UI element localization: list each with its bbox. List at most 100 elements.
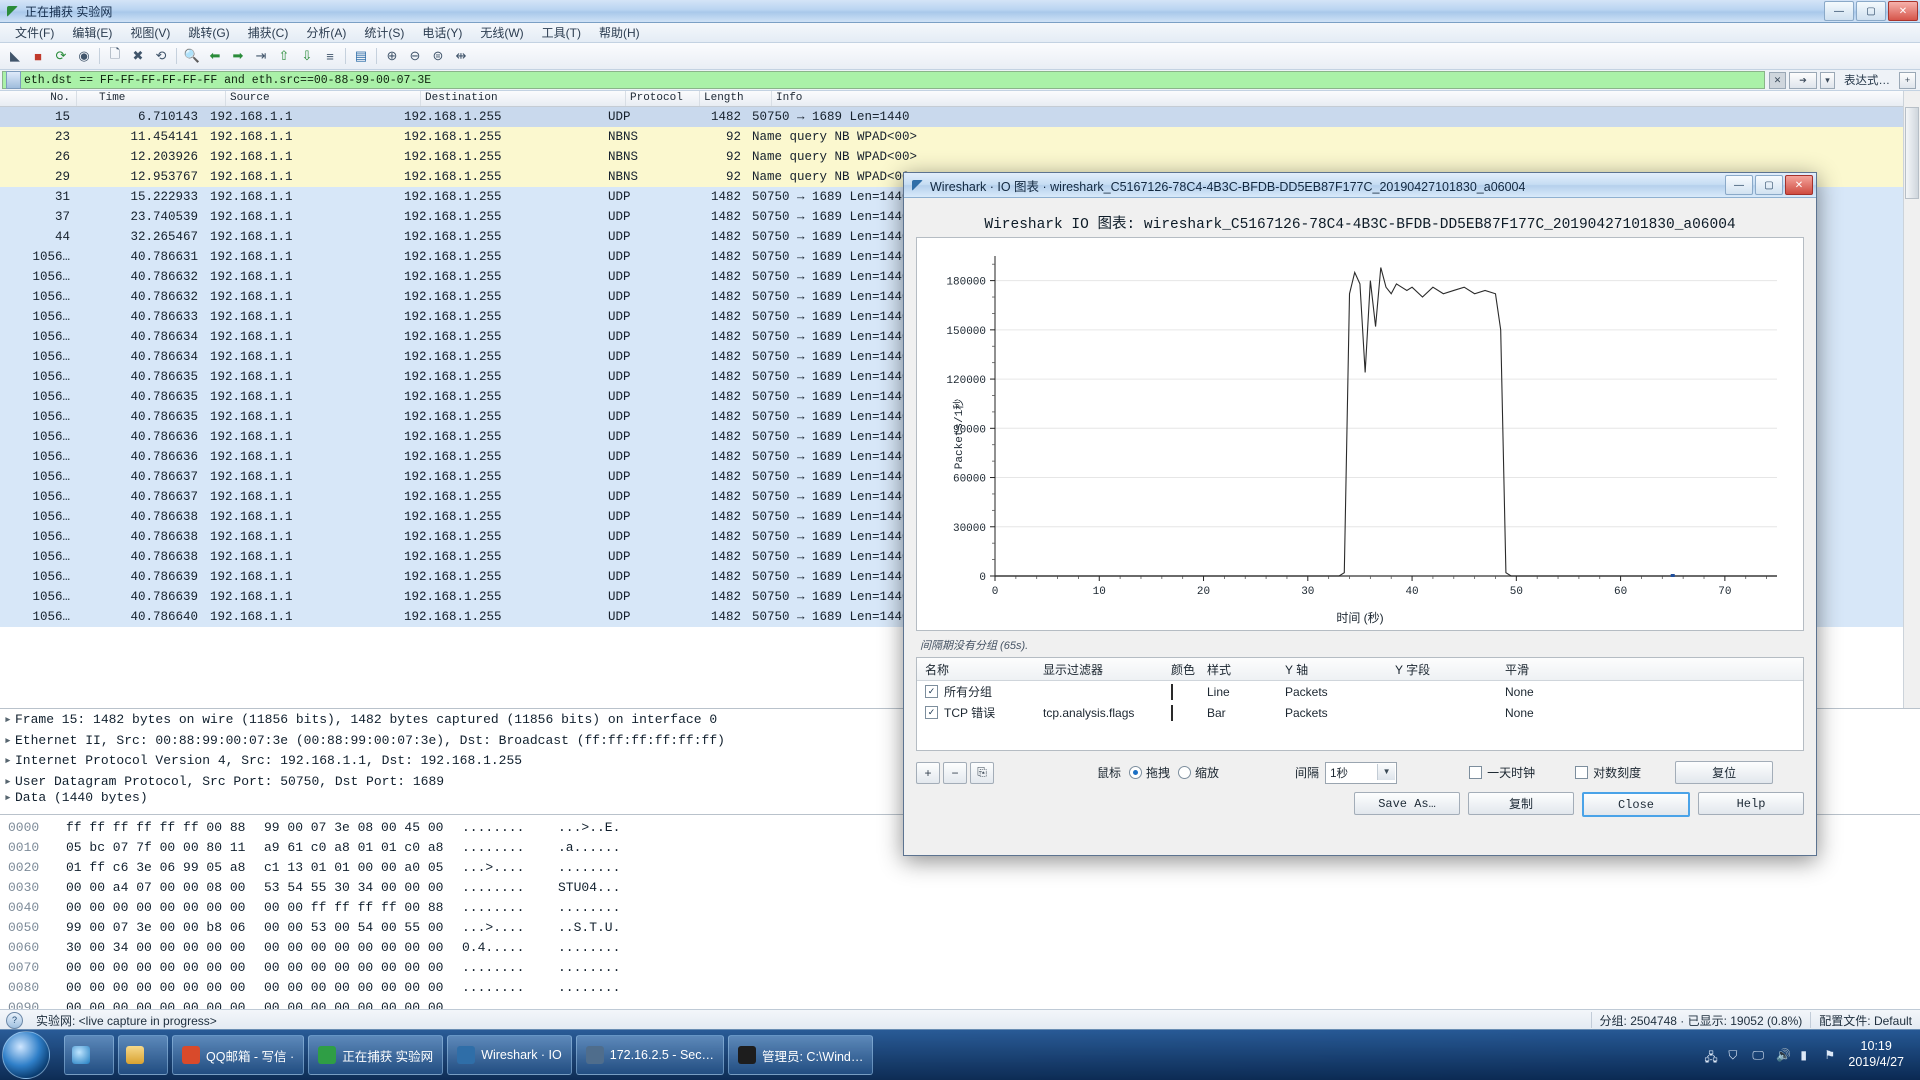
go-first-packet-icon[interactable]: ⇧ [273, 45, 295, 67]
menu-item-statistics[interactable]: 统计(S) [355, 22, 413, 43]
zoom-reset-icon[interactable]: ⊜ [427, 45, 449, 67]
column-header-destination[interactable]: Destination [421, 91, 626, 106]
column-header-length[interactable]: Length [700, 91, 772, 106]
column-header-time[interactable]: Time [77, 91, 226, 106]
menu-item-file[interactable]: 文件(F) [6, 22, 63, 43]
time-of-day-label[interactable]: 一天时钟 [1487, 764, 1535, 781]
colorize-icon[interactable]: ▤ [350, 45, 372, 67]
close-dialog-button[interactable]: Close [1582, 792, 1690, 817]
menu-item-view[interactable]: 视图(V) [121, 22, 179, 43]
go-forward-icon[interactable]: ➡ [227, 45, 249, 67]
resize-columns-icon[interactable]: ⇹ [450, 45, 472, 67]
taskbar-items[interactable]: QQ邮箱 - 写信 ·正在捕获 实验网Wireshark · IO172.16.… [168, 1035, 873, 1075]
expand-triangle-icon[interactable]: ▸ [4, 772, 15, 793]
menu-item-wireless[interactable]: 无线(W) [471, 22, 532, 43]
expand-triangle-icon[interactable]: ▸ [4, 710, 15, 731]
menu-item-help[interactable]: 帮助(H) [590, 22, 649, 43]
mouse-drag-label[interactable]: 拖拽 [1146, 764, 1170, 781]
packet-list-scroll-thumb[interactable] [1905, 107, 1919, 199]
legend-row[interactable]: ✓TCP 错误tcp.analysis.flagsBarPacketsNone [917, 702, 1803, 723]
log-scale-label[interactable]: 对数刻度 [1593, 764, 1641, 781]
close-button[interactable]: ✕ [1888, 1, 1918, 21]
autoscroll-icon[interactable]: ≡ [319, 45, 341, 67]
expand-triangle-icon[interactable]: ▸ [4, 751, 15, 772]
expand-triangle-icon[interactable]: ▸ [4, 731, 15, 752]
go-to-packet-icon[interactable]: ⇥ [250, 45, 272, 67]
legend-color-cell[interactable] [1171, 685, 1207, 699]
packet-list-scrollbar[interactable] [1903, 91, 1920, 708]
clear-filter-button[interactable]: ✕ [1769, 72, 1786, 89]
close-file-icon[interactable]: ✖ [127, 45, 149, 67]
legend-row[interactable]: ✓所有分组LinePacketsNone [917, 681, 1803, 702]
mouse-zoom-radio[interactable] [1178, 766, 1191, 779]
battery-icon[interactable]: ▮ [1800, 1048, 1815, 1063]
display-filter-input[interactable]: eth.dst == FF-FF-FF-FF-FF-FF and eth.src… [2, 71, 1765, 89]
remove-graph-button[interactable]: − [943, 762, 967, 784]
restart-capture-icon[interactable]: ⟳ [50, 45, 72, 67]
open-file-icon[interactable]: 🗋 [104, 45, 126, 67]
menu-item-analyze[interactable]: 分析(A) [297, 22, 355, 43]
filter-dropdown-arrow[interactable]: ▾ [1820, 72, 1835, 89]
monitor-icon[interactable]: 🖵 [1752, 1048, 1767, 1063]
save-as-button[interactable]: Save As… [1354, 792, 1460, 815]
io-graph-close-button[interactable]: ✕ [1785, 175, 1813, 195]
reset-button[interactable]: 复位 [1675, 761, 1773, 784]
io-graph-legend-table[interactable]: 名称 显示过滤器 颜色 样式 Y 轴 Y 字段 平滑 ✓所有分组LinePack… [916, 657, 1804, 751]
find-packet-icon[interactable]: 🔍 [181, 45, 203, 67]
column-header-info[interactable]: Info [772, 91, 1920, 106]
start-capture-icon[interactable]: ◣ [4, 45, 26, 67]
column-header-protocol[interactable]: Protocol [626, 91, 700, 106]
legend-color-swatch[interactable] [1171, 705, 1173, 721]
duplicate-graph-button[interactable]: ⎘ [970, 762, 994, 784]
volume-icon[interactable]: 🔊 [1776, 1048, 1791, 1063]
io-graph-minimize-button[interactable]: — [1725, 175, 1753, 195]
quicklaunch-ie-icon[interactable] [64, 1035, 114, 1075]
interval-select[interactable]: 1秒 ▼ [1325, 762, 1397, 784]
taskbar-button[interactable]: Wireshark · IO [447, 1035, 572, 1075]
menu-item-edit[interactable]: 编辑(E) [63, 22, 121, 43]
time-of-day-checkbox[interactable] [1469, 766, 1482, 779]
mouse-zoom-label[interactable]: 缩放 [1195, 764, 1219, 781]
io-graph-maximize-button[interactable]: ▢ [1755, 175, 1783, 195]
reload-file-icon[interactable]: ⟲ [150, 45, 172, 67]
taskbar-button[interactable]: 172.16.2.5 - Sec… [576, 1035, 724, 1075]
maximize-button[interactable]: ▢ [1856, 1, 1886, 21]
help-icon[interactable]: ? [6, 1012, 23, 1029]
table-row[interactable]: 2612.203926192.168.1.1192.168.1.255NBNS9… [0, 147, 1920, 167]
log-scale-checkbox[interactable] [1575, 766, 1588, 779]
expand-triangle-icon[interactable]: ▸ [4, 792, 15, 804]
menu-item-tools[interactable]: 工具(T) [533, 22, 590, 43]
io-graph-plot[interactable]: Packets/1秒 03000060000900001200001500001… [916, 237, 1804, 631]
flag-icon[interactable]: ⚑ [1824, 1048, 1839, 1063]
start-orb-icon[interactable] [2, 1031, 50, 1079]
chevron-down-icon[interactable]: ▼ [1377, 764, 1395, 780]
legend-color-swatch[interactable] [1171, 684, 1173, 700]
zoom-out-icon[interactable]: ⊖ [404, 45, 426, 67]
add-filter-button[interactable]: + [1899, 72, 1916, 89]
legend-enable-checkbox[interactable]: ✓ [925, 706, 938, 719]
network-icon[interactable]: 🖧 [1704, 1048, 1719, 1063]
filter-expression-button[interactable]: 表达式… [1838, 72, 1896, 88]
minimize-button[interactable]: — [1824, 1, 1854, 21]
status-profile[interactable]: 配置文件: Default [1811, 1010, 1920, 1030]
menu-item-telephony[interactable]: 电话(Y) [413, 22, 471, 43]
shield-icon[interactable]: ⛉ [1728, 1048, 1743, 1063]
io-graph-svg[interactable]: 0300006000090000120000150000180000010203… [917, 238, 1795, 628]
menu-item-capture[interactable]: 捕获(C) [239, 22, 298, 43]
table-row[interactable]: 156.710143192.168.1.1192.168.1.255UDP148… [0, 107, 1920, 127]
stop-capture-icon[interactable]: ■ [27, 45, 49, 67]
add-graph-button[interactable]: + [916, 762, 940, 784]
taskbar-button[interactable]: 正在捕获 实验网 [308, 1035, 443, 1075]
zoom-in-icon[interactable]: ⊕ [381, 45, 403, 67]
legend-enable-checkbox[interactable]: ✓ [925, 685, 938, 698]
copy-button[interactable]: 复制 [1468, 792, 1574, 815]
column-header-no[interactable]: No. [0, 91, 77, 106]
mouse-drag-radio[interactable] [1129, 766, 1142, 779]
table-row[interactable]: 2311.454141192.168.1.1192.168.1.255NBNS9… [0, 127, 1920, 147]
column-header-source[interactable]: Source [226, 91, 421, 106]
go-back-icon[interactable]: ⬅ [204, 45, 226, 67]
capture-options-icon[interactable]: ◉ [73, 45, 95, 67]
taskbar-button[interactable]: QQ邮箱 - 写信 · [172, 1035, 304, 1075]
bookmark-icon[interactable] [6, 71, 21, 89]
legend-color-cell[interactable] [1171, 706, 1207, 720]
